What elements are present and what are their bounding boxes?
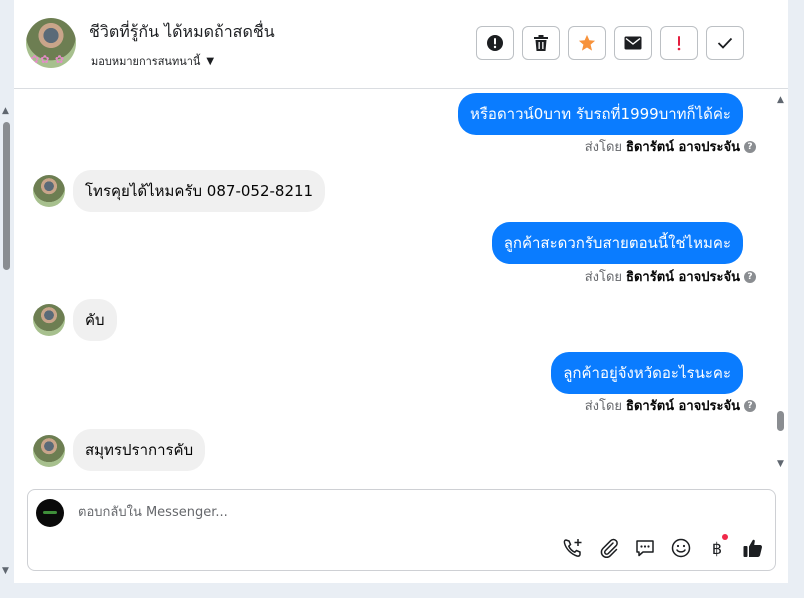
page-scrollbar[interactable]: ▲ ▼ xyxy=(0,100,14,580)
reply-composer: ฿ xyxy=(27,489,776,571)
sent-by-prefix: ส่งโดย xyxy=(584,270,623,285)
trash-icon xyxy=(534,35,548,51)
outgoing-message[interactable]: ลูกค้าอยู่จังหวัดอะไรนะคะ xyxy=(551,352,743,394)
add-call-button[interactable] xyxy=(561,536,585,560)
sender-name[interactable]: ธิดารัตน์ อาจประจัน xyxy=(626,266,740,287)
outgoing-message[interactable]: หรือดาวน์0บาท รับรถที่1999บาทก็ได้ค่ะ xyxy=(457,93,743,135)
incoming-message[interactable]: โทรคุยได้ไหมครับ 087-052-8211 xyxy=(73,170,326,212)
sent-by-prefix: ส่งโดย xyxy=(584,399,623,414)
incoming-message[interactable]: สมุทรปราการคับ xyxy=(73,429,206,471)
conversation-panel: ✿✿ ✿ ชีวิตที่รู้กัน ได้หมดถ้าสดชื่น มอบห… xyxy=(14,0,788,583)
emoji-button[interactable] xyxy=(669,536,693,560)
paperclip-icon xyxy=(600,538,618,559)
composer-tools: ฿ xyxy=(561,534,765,560)
saved-reply-icon xyxy=(636,540,654,557)
follow-up-button[interactable] xyxy=(660,26,698,60)
assign-conversation-dropdown[interactable]: มอบหมายการสนทนานี้ ▼ xyxy=(91,52,214,70)
scroll-up-arrow-icon[interactable]: ▲ xyxy=(777,95,784,105)
scroll-down-arrow-icon[interactable]: ▼ xyxy=(2,566,9,576)
help-icon[interactable]: ? xyxy=(744,270,756,283)
exclamation-icon xyxy=(677,36,681,51)
incoming-message[interactable]: คับ xyxy=(73,299,117,341)
scroll-down-arrow-icon[interactable]: ▼ xyxy=(777,459,784,469)
help-icon[interactable]: ? xyxy=(744,140,756,153)
star-icon xyxy=(578,34,596,51)
sender-name[interactable]: ธิดารัตน์ อาจประจัน xyxy=(626,395,740,416)
sent-by-line: ส่งโดย ธิดารัตน์ อาจประจัน ? xyxy=(585,395,756,416)
delete-button[interactable] xyxy=(522,26,560,60)
add-call-icon xyxy=(563,539,582,557)
contact-avatar-small[interactable] xyxy=(33,304,65,336)
reply-input[interactable] xyxy=(76,504,680,521)
conversation-header: ✿✿ ✿ ชีวิตที่รู้กัน ได้หมดถ้าสดชื่น มอบห… xyxy=(14,0,788,89)
contact-avatar-small[interactable] xyxy=(33,435,65,467)
contact-name[interactable]: ชีวิตที่รู้กัน ได้หมดถ้าสดชื่น xyxy=(89,20,275,45)
thread-scrollbar[interactable]: ▲ ▼ xyxy=(774,89,788,477)
contact-avatar-small[interactable] xyxy=(33,175,65,207)
page-scroll-thumb[interactable] xyxy=(3,122,10,270)
conversation-actions xyxy=(476,26,744,60)
baht-icon: ฿ xyxy=(711,538,723,558)
attach-button[interactable] xyxy=(597,536,621,560)
check-icon xyxy=(717,37,733,49)
message-thread[interactable]: หรือดาวน์0บาท รับรถที่1999บาทก็ได้ค่ะ ส่… xyxy=(14,89,788,477)
help-icon[interactable]: ? xyxy=(744,399,756,412)
report-button[interactable] xyxy=(476,26,514,60)
exclamation-circle-icon xyxy=(487,35,503,51)
assign-label: มอบหมายการสนทนานี้ xyxy=(91,55,201,68)
star-button[interactable] xyxy=(568,26,606,60)
mark-done-button[interactable] xyxy=(706,26,744,60)
like-button[interactable] xyxy=(741,536,765,560)
thumbs-up-icon xyxy=(743,539,762,557)
envelope-icon xyxy=(624,36,642,50)
scroll-up-arrow-icon[interactable]: ▲ xyxy=(2,106,9,116)
outgoing-message[interactable]: ลูกค้าสะดวกรับสายตอนนี้ใช่ไหมคะ xyxy=(491,222,743,264)
caret-down-icon: ▼ xyxy=(206,55,215,67)
sender-name[interactable]: ธิดารัตน์ อาจประจัน xyxy=(626,136,740,157)
flower-decoration: ✿✿ ✿ xyxy=(30,53,66,66)
sent-by-line: ส่งโดย ธิดารัตน์ อาจประจัน ? xyxy=(585,266,756,287)
sent-by-prefix: ส่งโดย xyxy=(584,140,623,155)
thread-scroll-thumb[interactable] xyxy=(777,411,784,431)
payment-button[interactable]: ฿ xyxy=(705,534,729,560)
page-avatar xyxy=(36,499,64,527)
mark-unread-button[interactable] xyxy=(614,26,652,60)
emoji-icon xyxy=(671,538,691,558)
saved-reply-button[interactable] xyxy=(633,536,657,560)
notification-dot xyxy=(722,534,728,540)
sent-by-line: ส่งโดย ธิดารัตน์ อาจประจัน ? xyxy=(585,136,756,157)
contact-avatar[interactable]: ✿✿ ✿ xyxy=(26,18,76,68)
